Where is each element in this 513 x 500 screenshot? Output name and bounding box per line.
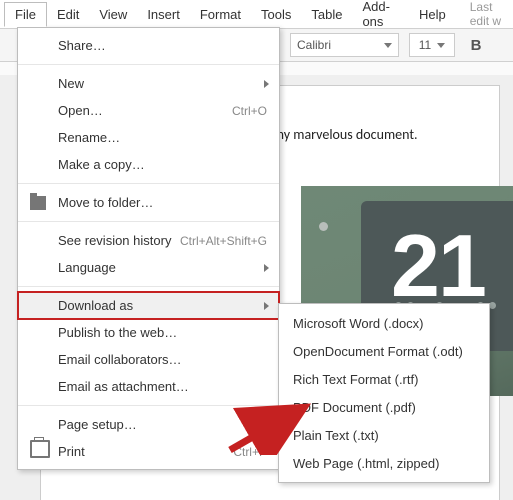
label: Move to folder… [58,195,153,210]
separator [18,286,279,287]
submenu-item-txt[interactable]: Plain Text (.txt) [279,421,489,449]
menu-view[interactable]: View [89,3,137,26]
menu-item-share[interactable]: Share… [18,32,279,59]
shortcut: Ctrl+Alt+Shift+G [180,234,267,248]
label: Email as attachment… [58,379,189,394]
document-text[interactable]: is my marvelous document. [261,126,469,143]
menu-item-download-as[interactable]: Download as [18,292,279,319]
menu-item-move-folder[interactable]: Move to folder… [18,189,279,216]
menu-edit[interactable]: Edit [47,3,89,26]
submenu-item-odt[interactable]: OpenDocument Format (.odt) [279,337,489,365]
menu-item-revision-history[interactable]: See revision history Ctrl+Alt+Shift+G [18,227,279,254]
bold-button[interactable]: B [465,37,487,54]
label: Make a copy… [58,157,145,172]
shortcut: Ctrl+P [233,445,267,459]
menu-item-language[interactable]: Language [18,254,279,281]
menu-tools[interactable]: Tools [251,3,301,26]
label: Download as [58,298,133,313]
label: Print [58,444,85,459]
chevron-down-icon [437,43,445,48]
font-selector[interactable]: Calibri [290,33,399,57]
separator [18,183,279,184]
bolt-icon [319,222,328,231]
menu-item-page-setup[interactable]: Page setup… [18,411,279,438]
menu-item-email-collaborators[interactable]: Email collaborators… [18,346,279,373]
menu-item-publish-web[interactable]: Publish to the web… [18,319,279,346]
menu-item-print[interactable]: Print Ctrl+P [18,438,279,465]
menu-addons[interactable]: Add-ons [352,0,409,33]
folder-icon [30,196,46,210]
submenu-item-docx[interactable]: Microsoft Word (.docx) [279,309,489,337]
label: Open… [58,103,103,118]
menu-item-rename[interactable]: Rename… [18,124,279,151]
submenu-arrow-icon [264,302,269,310]
menu-item-make-copy[interactable]: Make a copy… [18,151,279,178]
last-edit-text[interactable]: Last edit w [470,0,513,28]
submenu-item-pdf[interactable]: PDF Document (.pdf) [279,393,489,421]
print-icon [30,440,50,458]
menu-item-new[interactable]: New [18,70,279,97]
font-size-selector[interactable]: 11 [409,33,455,57]
file-menu-dropdown: Share… New Open… Ctrl+O Rename… Make a co… [17,27,280,470]
menu-item-open[interactable]: Open… Ctrl+O [18,97,279,124]
separator [18,221,279,222]
menubar: File Edit View Insert Format Tools Table… [0,0,513,29]
label: New [58,76,84,91]
font-name: Calibri [297,38,331,52]
menu-insert[interactable]: Insert [137,3,190,26]
shortcut: Ctrl+O [232,104,267,118]
chevron-down-icon [384,43,392,48]
download-as-submenu: Microsoft Word (.docx) OpenDocument Form… [278,303,490,483]
label: Email collaborators… [58,352,182,367]
menu-file[interactable]: File [4,2,47,27]
label: Page setup… [58,417,137,432]
submenu-item-rtf[interactable]: Rich Text Format (.rtf) [279,365,489,393]
menu-item-email-attachment[interactable]: Email as attachment… [18,373,279,400]
label: Publish to the web… [58,325,177,340]
submenu-arrow-icon [264,264,269,272]
menu-table[interactable]: Table [301,3,352,26]
label: Share… [58,38,106,53]
font-size: 11 [419,38,431,52]
menu-help[interactable]: Help [409,3,456,26]
separator [18,64,279,65]
label: Rename… [58,130,120,145]
label: Language [58,260,116,275]
menu-format[interactable]: Format [190,3,251,26]
label: See revision history [58,233,171,248]
submenu-item-html[interactable]: Web Page (.html, zipped) [279,449,489,477]
submenu-arrow-icon [264,80,269,88]
separator [18,405,279,406]
